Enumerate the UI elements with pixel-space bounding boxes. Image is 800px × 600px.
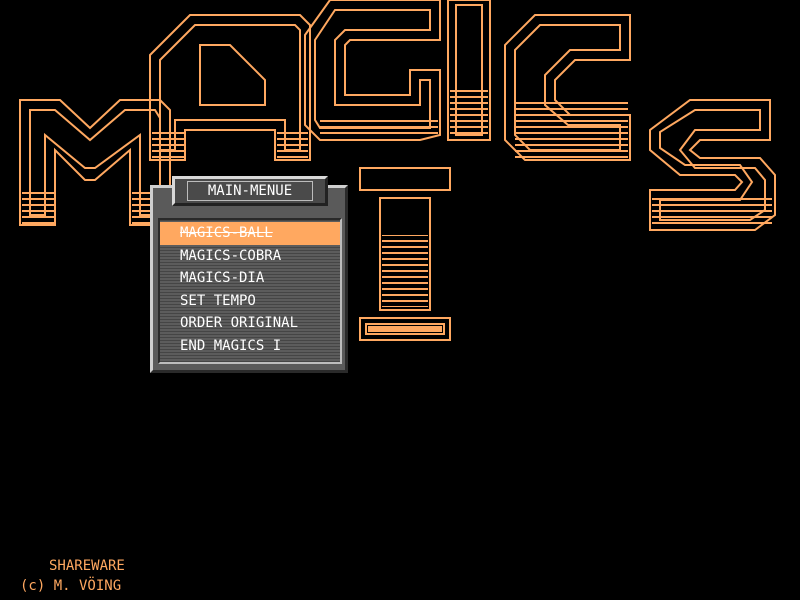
main-menu-list: MAGICS-BALL MAGICS-COBRA MAGICS-DIA SET … [158, 218, 342, 364]
menu-item-end-magics[interactable]: END MAGICS I [160, 335, 340, 358]
main-menu-title: MAIN-MENUE [186, 181, 314, 201]
menu-item-set-tempo[interactable]: SET TEMPO [160, 290, 340, 313]
shareware-label: SHAREWARE [49, 558, 125, 574]
logo-letter-a [149, 14, 311, 161]
logo-letter-m [19, 99, 171, 226]
menu-item-magics-cobra[interactable]: MAGICS-COBRA [160, 245, 340, 268]
menu-item-order-original[interactable]: ORDER ORIGINAL [160, 312, 340, 335]
logo-letter-i-upper [447, 0, 491, 141]
footer: SHAREWARE (c) M. VÖING [20, 556, 125, 596]
main-menu-title-bar: MAIN-MENUE [172, 176, 328, 206]
copyright-label: (c) M. VÖING [20, 578, 122, 594]
magics-logo [19, 0, 776, 341]
logo-letter-i-lower [359, 167, 451, 341]
logo-letter-c [504, 14, 631, 161]
menu-item-magics-dia[interactable]: MAGICS-DIA [160, 267, 340, 290]
logo-letter-s [649, 99, 776, 231]
menu-item-magics-ball[interactable]: MAGICS-BALL [160, 222, 340, 245]
logo-letter-g [304, 0, 441, 141]
